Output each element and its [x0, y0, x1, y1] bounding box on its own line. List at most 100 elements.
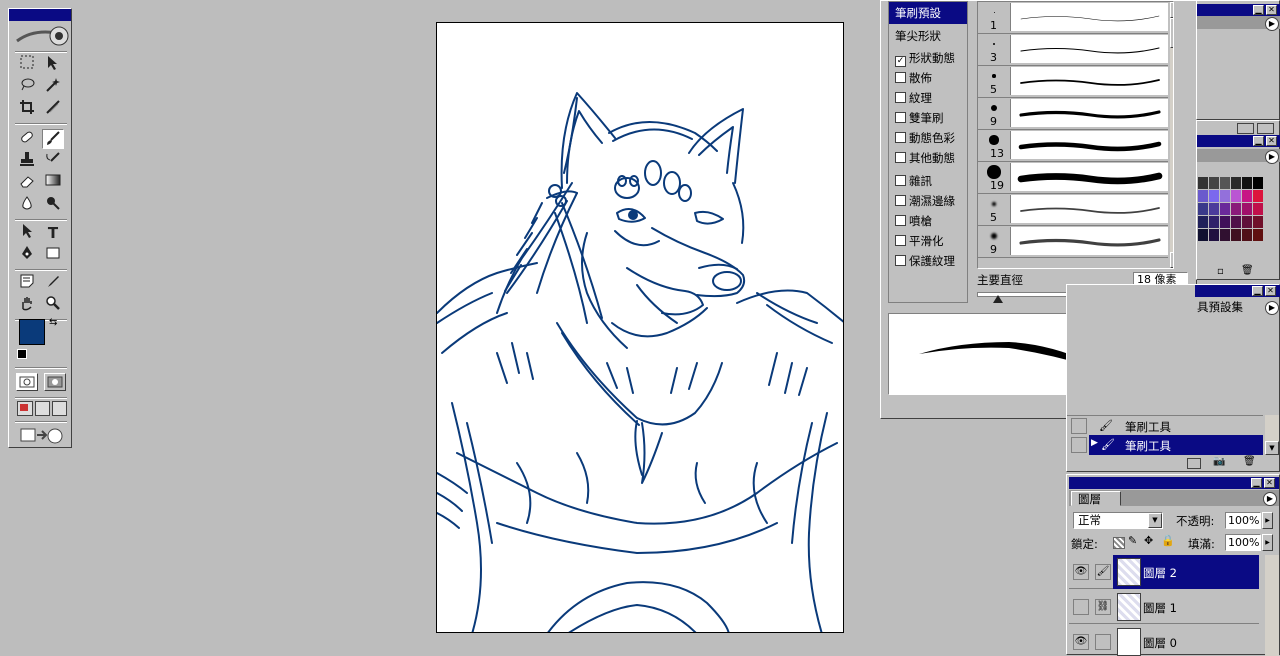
color-swatch[interactable]: [1220, 177, 1230, 189]
color-swatch[interactable]: [1253, 203, 1263, 215]
history-scrollbar[interactable]: ▼: [1265, 415, 1279, 455]
delete-state-icon[interactable]: 🗑: [1243, 456, 1256, 467]
color-swatch[interactable]: [1198, 229, 1208, 241]
brush-preset-row[interactable]: 5: [978, 66, 1168, 98]
brush-option-item[interactable]: 散佈: [895, 69, 932, 87]
brush-option-item[interactable]: 雙筆刷: [895, 109, 944, 127]
history-item[interactable]: 🖌 筆刷工具: [1067, 415, 1263, 436]
color-swatch[interactable]: [1231, 229, 1241, 241]
history-title-bar[interactable]: ▁ ✕: [1195, 285, 1280, 297]
brush-preset-row[interactable]: 9: [978, 98, 1168, 130]
close-button[interactable]: ✕: [1266, 136, 1277, 146]
dodge-icon[interactable]: [42, 195, 64, 215]
color-swatch[interactable]: [1220, 216, 1230, 228]
foreground-color-swatch[interactable]: [19, 319, 45, 345]
lock-image-icon[interactable]: ✎: [1128, 534, 1137, 547]
panel-menu-icon[interactable]: ▶: [1263, 492, 1277, 506]
eye-icon[interactable]: 👁: [1073, 564, 1089, 580]
brush-presets-list[interactable]: 1359131959 ▲ ▼: [977, 1, 1174, 269]
brush-icon[interactable]: 🖌: [1095, 564, 1111, 580]
feather-logo-icon[interactable]: [13, 23, 69, 49]
layer-link-icon[interactable]: ⛓: [1095, 599, 1111, 615]
color-swatch[interactable]: [1242, 177, 1252, 189]
brush-preset-row[interactable]: 5: [978, 194, 1168, 226]
color-swatch[interactable]: [1231, 203, 1241, 215]
healing-brush-icon[interactable]: [16, 129, 38, 149]
lock-position-icon[interactable]: ✥: [1144, 534, 1153, 547]
scroll-thumb[interactable]: [1170, 18, 1173, 48]
layer-link-icon[interactable]: [1095, 634, 1111, 650]
brush-option-item[interactable]: 保護紋理: [895, 252, 955, 270]
blur-icon[interactable]: [16, 195, 38, 215]
minimize-button[interactable]: ▁: [1252, 286, 1263, 296]
gradient-icon[interactable]: [42, 173, 64, 193]
color-swatch[interactable]: [1231, 216, 1241, 228]
brush-presets-item[interactable]: 筆刷預設: [889, 2, 967, 24]
panel-menu-icon[interactable]: ▶: [1265, 150, 1279, 164]
slice-icon[interactable]: [42, 99, 64, 119]
blend-mode-select[interactable]: 正常 ▼: [1073, 512, 1163, 529]
checkbox[interactable]: [895, 112, 906, 123]
brush-preset-row[interactable]: 9: [978, 226, 1168, 258]
history-brush-icon[interactable]: [42, 151, 64, 171]
color-swatch[interactable]: [1198, 216, 1208, 228]
brush-icon[interactable]: [42, 129, 64, 149]
quick-mask-button[interactable]: [44, 373, 66, 391]
lock-all-icon[interactable]: 🔒: [1161, 534, 1175, 547]
layers-title-bar[interactable]: ▁ ✕: [1069, 477, 1279, 489]
checkbox[interactable]: [895, 152, 906, 163]
panel-menu-icon[interactable]: ▶: [1265, 17, 1279, 31]
chevron-down-icon[interactable]: ▼: [1148, 513, 1162, 528]
checkbox[interactable]: [895, 195, 906, 206]
brush-preset-row[interactable]: 3: [978, 34, 1168, 66]
color-swatch[interactable]: [1253, 177, 1263, 189]
fill-slider-arrow[interactable]: ▶: [1262, 534, 1273, 551]
color-swatch[interactable]: [1242, 216, 1252, 228]
color-swatch[interactable]: [1231, 190, 1241, 202]
mini-icon-2[interactable]: [1257, 123, 1274, 134]
screen-mode-standard-icon[interactable]: [17, 401, 33, 416]
color-swatch[interactable]: [1209, 177, 1219, 189]
toolbox-title-bar[interactable]: [9, 9, 71, 21]
checkbox[interactable]: [895, 132, 906, 143]
close-button[interactable]: ✕: [1265, 286, 1276, 296]
brush-option-item[interactable]: ✓ 形狀動態: [895, 49, 955, 67]
color-swatch[interactable]: [1209, 216, 1219, 228]
close-button[interactable]: ✕: [1266, 5, 1277, 15]
new-swatch-icon[interactable]: ▫: [1217, 266, 1224, 277]
color-swatch[interactable]: [1209, 190, 1219, 202]
notes-icon[interactable]: [16, 273, 38, 293]
checkbox[interactable]: [895, 235, 906, 246]
move-icon[interactable]: [42, 55, 64, 75]
hand-icon[interactable]: [16, 295, 38, 315]
marquee-icon[interactable]: [16, 55, 38, 75]
brush-option-item[interactable]: 動態色彩: [895, 129, 955, 147]
standard-mode-button[interactable]: [16, 373, 38, 391]
opacity-slider-arrow[interactable]: ▶: [1262, 512, 1273, 529]
eraser-icon[interactable]: [16, 173, 38, 193]
layer-row[interactable]: 👁 🖌 圖層 2: [1069, 555, 1259, 589]
brush-option-item[interactable]: 噴槍: [895, 212, 932, 230]
eye-icon[interactable]: [1073, 599, 1089, 615]
color-swatch[interactable]: [1231, 177, 1241, 189]
tool-presets-tab[interactable]: 具預設集: [1197, 300, 1263, 315]
lock-transparency-icon[interactable]: [1113, 537, 1125, 549]
jump-to-imageready-icon[interactable]: [19, 425, 65, 450]
swatch-grid[interactable]: [1198, 177, 1264, 255]
eyedropper-icon[interactable]: [42, 273, 64, 293]
color-swatch[interactable]: [1198, 177, 1208, 189]
screen-mode-full-menu-icon[interactable]: [35, 401, 50, 416]
default-colors-icon[interactable]: [17, 349, 27, 359]
color-swatch[interactable]: [1220, 229, 1230, 241]
brush-preset-row[interactable]: 13: [978, 130, 1168, 162]
color-swatch[interactable]: [1253, 190, 1263, 202]
color-swatch[interactable]: [1198, 203, 1208, 215]
diameter-slider-thumb[interactable]: [993, 295, 1003, 303]
screen-mode-full-icon[interactable]: [52, 401, 67, 416]
path-select-icon[interactable]: [16, 223, 38, 243]
checkbox[interactable]: [895, 255, 906, 266]
scroll-down-button[interactable]: ▼: [1170, 252, 1173, 268]
stamp-icon[interactable]: [16, 151, 38, 171]
panel-menu-icon[interactable]: ▶: [1265, 301, 1279, 315]
minimize-button[interactable]: ▁: [1253, 136, 1264, 146]
